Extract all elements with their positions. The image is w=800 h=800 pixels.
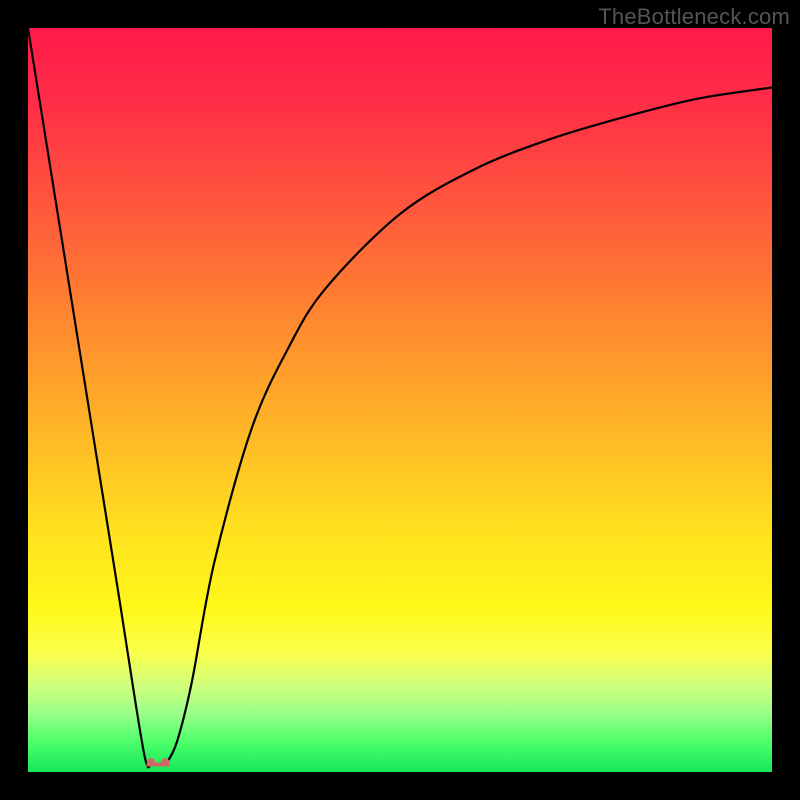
dip-marker-shape — [147, 759, 169, 766]
plot-area — [28, 28, 772, 772]
chart-frame: TheBottleneck.com — [0, 0, 800, 800]
right-branch-line — [166, 88, 772, 765]
left-branch-line — [28, 28, 151, 767]
curve-svg — [28, 28, 772, 772]
watermark-text: TheBottleneck.com — [598, 4, 790, 30]
